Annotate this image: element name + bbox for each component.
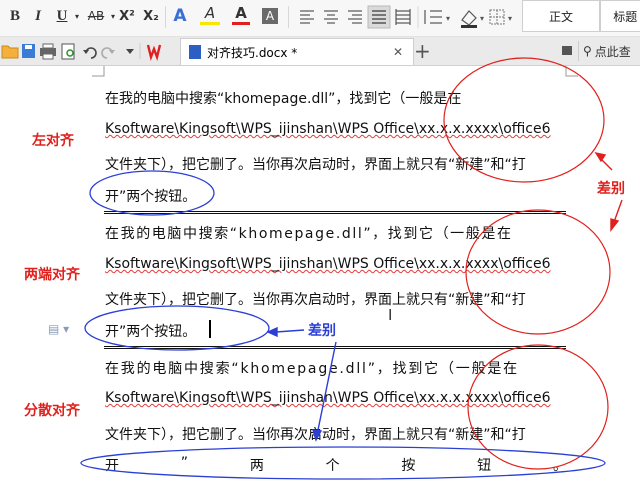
red-arrow-up xyxy=(594,151,613,171)
red-circle-annotation xyxy=(443,57,605,183)
blue-ellipse-annotation xyxy=(80,446,606,480)
red-circle-annotation xyxy=(467,344,609,470)
red-arrow-down xyxy=(610,199,623,233)
blue-ellipse-annotation xyxy=(89,170,215,216)
red-circle-annotation xyxy=(465,209,611,335)
blue-ellipse-annotation xyxy=(84,305,270,351)
annotation-overlay xyxy=(80,57,623,480)
blue-arrows xyxy=(266,326,337,442)
